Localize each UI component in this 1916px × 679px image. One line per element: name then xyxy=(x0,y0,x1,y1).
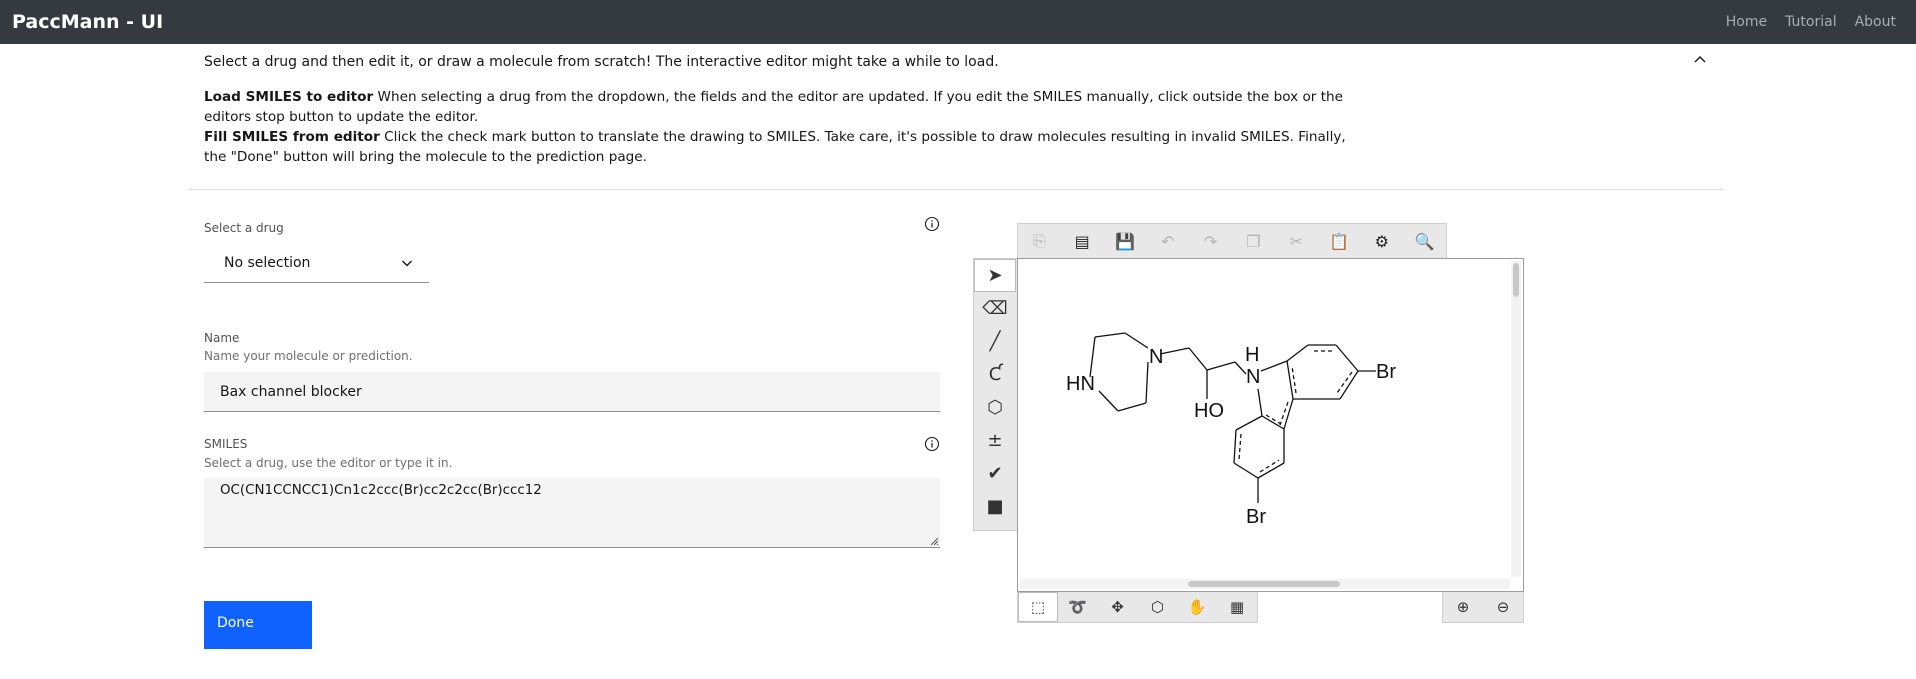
open-icon[interactable]: ▤ xyxy=(1061,224,1104,258)
structure-select-icon[interactable]: ⬡ xyxy=(1138,592,1178,622)
ring-template-icon[interactable]: ⬡ xyxy=(974,391,1016,424)
redo-icon[interactable]: ↷ xyxy=(1189,224,1232,258)
smiles-helper: Select a drug, use the editor or type it… xyxy=(204,456,453,470)
horizontal-scroll-thumb[interactable] xyxy=(1188,581,1340,587)
info-icon[interactable] xyxy=(924,216,940,232)
app-title[interactable]: PaccMann - UI xyxy=(12,11,163,33)
rectangle-select-icon[interactable]: ⬚ xyxy=(1018,592,1058,622)
resize-handle-icon[interactable] xyxy=(929,536,939,546)
drug-select-label: Select a drug xyxy=(204,221,284,235)
select-all-icon[interactable]: ▦ xyxy=(1217,592,1257,622)
done-button[interactable]: Done xyxy=(204,601,312,649)
save-icon[interactable]: 💾 xyxy=(1104,224,1147,258)
editor-zoom-toolbar: ⊕ ⊖ xyxy=(1442,592,1524,623)
help-text: Load SMILES to editor When selecting a d… xyxy=(204,87,1364,167)
eraser-icon[interactable]: ⌫ xyxy=(974,292,1016,325)
nav-links: Home Tutorial About xyxy=(1708,14,1896,30)
help-fill: Fill SMILES from editor Click the check … xyxy=(204,127,1364,167)
help-load-text: When selecting a drug from the dropdown,… xyxy=(204,89,1344,125)
help-load-title: Load SMILES to editor xyxy=(204,89,374,105)
editor-canvas[interactable]: HN N H N HO Br Br xyxy=(1017,258,1524,592)
editor-top-toolbar: ⎘ ▤ 💾 ↶ ↷ ❐ ✂ 📋 ⚙ 🔍 xyxy=(1017,223,1447,258)
zoom-in-icon[interactable]: ⊕ xyxy=(1443,592,1483,622)
stop-icon[interactable]: ■ xyxy=(974,490,1016,523)
vertical-scrollbar[interactable] xyxy=(1511,261,1521,577)
undo-icon[interactable]: ↶ xyxy=(1146,224,1189,258)
atom-n2: N xyxy=(1246,366,1260,388)
info-icon[interactable] xyxy=(924,436,940,452)
smiles-textarea[interactable]: OC(CN1CCNCC1)Cn1c2ccc(Br)cc2c2cc(Br)ccc1… xyxy=(204,478,940,548)
bond-line-icon[interactable]: ╱ xyxy=(974,325,1016,358)
drug-select-value: No selection xyxy=(224,254,311,271)
atom-ho: HO xyxy=(1194,400,1224,422)
atom-br2: Br xyxy=(1246,506,1266,528)
paste-icon[interactable]: 📋 xyxy=(1318,224,1361,258)
intro-text: Select a drug and then edit it, or draw … xyxy=(204,54,999,70)
name-label: Name xyxy=(204,331,240,345)
editor-bottom-toolbar: ⬚ ➰ ✥ ⬡ ✋ ▦ xyxy=(1017,592,1258,623)
atom-h: H xyxy=(1245,344,1259,366)
name-helper: Name your molecule or prediction. xyxy=(204,349,413,363)
drug-select[interactable]: No selection xyxy=(204,243,429,283)
vertical-scroll-thumb[interactable] xyxy=(1513,263,1519,297)
select-arrow-icon[interactable]: ➤ xyxy=(974,259,1016,292)
top-navbar: PaccMann - UI Home Tutorial About xyxy=(0,0,1916,44)
help-fill-title: Fill SMILES from editor xyxy=(204,129,380,145)
zoom-out-icon[interactable]: ⊖ xyxy=(1483,592,1523,622)
chevron-up-icon[interactable] xyxy=(1692,52,1708,68)
new-icon[interactable]: ⎘ xyxy=(1018,224,1061,258)
atom-n1: N xyxy=(1149,346,1163,368)
copy-icon[interactable]: ❐ xyxy=(1232,224,1275,258)
horizontal-scrollbar[interactable] xyxy=(1020,579,1510,589)
search-icon[interactable]: 🔍 xyxy=(1403,224,1446,258)
charge-icon[interactable]: ± xyxy=(974,424,1016,457)
nav-home-link[interactable]: Home xyxy=(1726,14,1767,30)
smiles-value: OC(CN1CCNCC1)Cn1c2ccc(Br)cc2c2cc(Br)ccc1… xyxy=(220,483,542,498)
cut-icon[interactable]: ✂ xyxy=(1275,224,1318,258)
nav-about-link[interactable]: About xyxy=(1855,14,1896,30)
nav-tutorial-link[interactable]: Tutorial xyxy=(1785,14,1836,30)
lasso-select-icon[interactable]: ➰ xyxy=(1058,592,1098,622)
smiles-label: SMILES xyxy=(204,437,248,451)
chain-icon[interactable]: Ƈ xyxy=(974,358,1016,391)
fragment-select-icon[interactable]: ✥ xyxy=(1098,592,1138,622)
atom-br1: Br xyxy=(1376,361,1396,383)
settings-gear-icon[interactable]: ⚙ xyxy=(1360,224,1403,258)
divider xyxy=(188,189,1724,190)
atom-hn: HN xyxy=(1066,373,1095,395)
name-input[interactable]: Bax channel blocker xyxy=(204,372,940,412)
help-load: Load SMILES to editor When selecting a d… xyxy=(204,87,1364,127)
chevron-down-icon xyxy=(402,260,412,267)
editor-left-toolbar: ➤ ⌫ ╱ Ƈ ⬡ ± ✔ ■ xyxy=(973,258,1017,531)
molecule-drawing: HN N H N HO Br Br xyxy=(1066,332,1396,528)
hand-pan-icon[interactable]: ✋ xyxy=(1177,592,1217,622)
check-mark-icon[interactable]: ✔ xyxy=(974,457,1016,490)
